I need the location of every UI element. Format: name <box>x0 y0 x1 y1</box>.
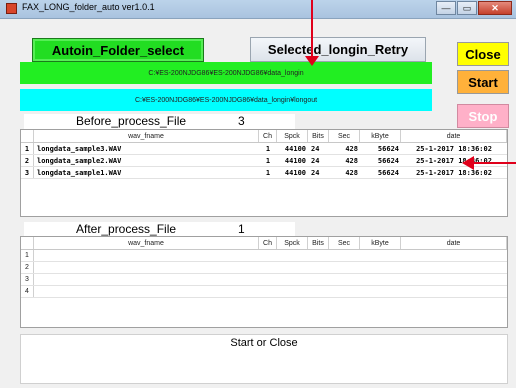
column-header-date[interactable]: date <box>401 130 507 142</box>
status-panel: Start or Close <box>20 334 508 384</box>
cell-kbyte: 56624 <box>377 156 399 165</box>
annotation-arrowhead-down <box>305 56 319 66</box>
before-process-label: Before_process_File <box>76 114 187 128</box>
selected-longin-retry-button[interactable]: Selected_longin_Retry <box>250 37 426 62</box>
column-header-wav-fname[interactable]: wav_fname <box>34 130 259 142</box>
caption-buttons: — ▭ ✕ <box>435 1 512 15</box>
minimize-button[interactable]: — <box>436 1 456 15</box>
window-title: FAX_LONG_folder_auto ver1.0.1 <box>22 2 155 12</box>
stop-button[interactable]: Stop <box>457 104 509 128</box>
cell-ch: 1 <box>265 156 271 165</box>
after-process-count: 1 <box>238 222 245 236</box>
cell-bits: 24 <box>311 168 320 177</box>
annotation-arrowhead-left <box>462 156 474 170</box>
table-row[interactable]: 3 longdata_sample1.WAV 1 44100 24 428 56… <box>21 167 507 179</box>
input-folder-path: C:¥ES-200NJDG86¥ES-200NJDG86¥data_longin <box>20 62 432 84</box>
annotation-arrow-vertical <box>311 0 313 60</box>
cell-spck: 44100 <box>284 144 306 153</box>
autoin-folder-select-button[interactable]: Autoin_Folder_select <box>32 38 204 62</box>
cell-date: 25-1-2017 18:36:02 <box>416 168 492 177</box>
row-index: 2 <box>21 155 34 166</box>
cell-date: 25-1-2017 18:36:02 <box>416 156 492 165</box>
cell-date: 25-1-2017 18:36:02 <box>416 144 492 153</box>
app-window: FAX_LONG_folder_auto ver1.0.1 — ▭ ✕ Auto… <box>0 0 516 388</box>
cell-bits: 24 <box>311 144 320 153</box>
before-process-header: Before_process_File 3 <box>24 114 295 129</box>
output-folder-path: C:¥ES-200NJDG86¥ES-200NJDG86¥data_longin… <box>20 89 432 111</box>
annotation-arrow-horizontal <box>472 162 516 164</box>
after-process-label: After_process_File <box>76 222 177 236</box>
cell-kbyte: 56624 <box>377 144 399 153</box>
column-header-sec[interactable]: Sec <box>329 130 360 142</box>
start-button[interactable]: Start <box>457 70 509 94</box>
column-header-ch[interactable]: Ch <box>259 130 277 142</box>
table-row[interactable]: 3 <box>21 274 507 286</box>
cell-ch: 1 <box>265 144 271 153</box>
column-header-wav-fname[interactable]: wav_fname <box>34 237 259 249</box>
after-process-table[interactable]: wav_fname Ch Spck Bits Sec kByte date 1 … <box>20 236 508 328</box>
cell-spck: 44100 <box>284 168 306 177</box>
cell-wav-fname: longdata_sample1.WAV <box>37 168 122 177</box>
table-row[interactable]: 4 <box>21 286 507 298</box>
cell-wav-fname: longdata_sample2.WAV <box>37 156 122 165</box>
column-header-date[interactable]: date <box>401 237 507 249</box>
table-row[interactable]: 1 longdata_sample3.WAV 1 44100 24 428 56… <box>21 143 507 155</box>
table-row[interactable]: 2 <box>21 262 507 274</box>
window-close-button[interactable]: ✕ <box>478 1 512 15</box>
column-header-spck[interactable]: Spck <box>277 237 308 249</box>
maximize-button[interactable]: ▭ <box>457 1 477 15</box>
column-header-bits[interactable]: Bits <box>308 130 329 142</box>
column-header-spck[interactable]: Spck <box>277 130 308 142</box>
row-index: 1 <box>21 250 34 261</box>
cell-sec: 428 <box>345 156 358 165</box>
row-index: 2 <box>21 262 34 273</box>
column-header-kbyte[interactable]: kByte <box>360 130 401 142</box>
before-process-table[interactable]: wav_fname Ch Spck Bits Sec kByte date 1 … <box>20 129 508 217</box>
cell-kbyte: 56624 <box>377 168 399 177</box>
row-index: 3 <box>21 274 34 285</box>
table-row[interactable]: 1 <box>21 250 507 262</box>
cell-spck: 44100 <box>284 156 306 165</box>
title-bar[interactable]: FAX_LONG_folder_auto ver1.0.1 — ▭ ✕ <box>0 0 516 19</box>
table-header: wav_fname Ch Spck Bits Sec kByte date <box>21 237 507 250</box>
table-row[interactable]: 2 longdata_sample2.WAV 1 44100 24 428 56… <box>21 155 507 167</box>
app-icon <box>6 3 17 14</box>
cell-wav-fname: longdata_sample3.WAV <box>37 144 122 153</box>
column-header-ch[interactable]: Ch <box>259 237 277 249</box>
row-index: 4 <box>21 286 34 297</box>
status-text: Start or Close <box>230 337 298 349</box>
cell-bits: 24 <box>311 156 320 165</box>
cell-sec: 428 <box>345 144 358 153</box>
after-process-header: After_process_File 1 <box>24 222 295 237</box>
before-process-count: 3 <box>238 114 245 128</box>
column-header-sec[interactable]: Sec <box>329 237 360 249</box>
row-index: 3 <box>21 167 34 178</box>
row-index: 1 <box>21 143 34 154</box>
cell-sec: 428 <box>345 168 358 177</box>
column-header-kbyte[interactable]: kByte <box>360 237 401 249</box>
close-button[interactable]: Close <box>457 42 509 66</box>
cell-ch: 1 <box>265 168 271 177</box>
column-header-bits[interactable]: Bits <box>308 237 329 249</box>
table-header: wav_fname Ch Spck Bits Sec kByte date <box>21 130 507 143</box>
